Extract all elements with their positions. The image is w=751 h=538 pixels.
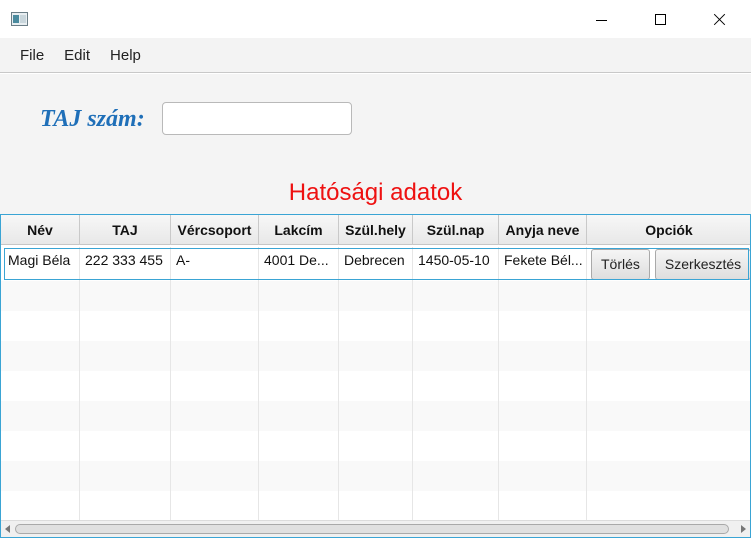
scroll-left-icon[interactable] xyxy=(5,525,10,533)
app-window-icon xyxy=(11,12,28,26)
empty-row xyxy=(1,281,750,311)
table-row[interactable]: Magi Béla 222 333 455 A- 4001 De... Debr… xyxy=(3,247,750,281)
empty-row xyxy=(1,431,750,461)
section-title-text: Hatósági adatok xyxy=(288,179,463,206)
menu-file[interactable]: File xyxy=(10,38,54,73)
cell-options: Törlés Szerkesztés xyxy=(587,247,750,281)
cell-taj: 222 333 455 xyxy=(80,247,171,281)
table-header: Név TAJ Vércsoport Lakcím Szül.hely Szül… xyxy=(1,215,750,245)
empty-row xyxy=(1,341,750,371)
empty-row xyxy=(1,401,750,431)
minimize-icon xyxy=(595,19,607,21)
column-header-mother-name[interactable]: Anyja neve xyxy=(499,215,587,245)
cell-name: Magi Béla xyxy=(3,247,80,281)
cell-birth-place: Debrecen xyxy=(339,247,413,281)
close-icon xyxy=(713,13,726,26)
delete-button[interactable]: Törlés xyxy=(591,248,650,280)
menu-help[interactable]: Help xyxy=(100,38,151,73)
maximize-icon xyxy=(654,13,666,25)
empty-row xyxy=(1,461,750,491)
empty-row xyxy=(1,371,750,401)
section-title: Hatósági adatok xyxy=(0,179,751,207)
menu-edit[interactable]: Edit xyxy=(54,38,100,73)
column-header-taj[interactable]: TAJ xyxy=(80,215,171,245)
form-area: TAJ szám: Hatósági adatok xyxy=(0,74,751,214)
data-table: Név TAJ Vércsoport Lakcím Szül.hely Szül… xyxy=(0,214,751,538)
column-header-options[interactable]: Opciók xyxy=(587,215,750,245)
column-header-blood-type[interactable]: Vércsoport xyxy=(171,215,259,245)
minimize-button[interactable] xyxy=(572,0,630,38)
scroll-thumb[interactable] xyxy=(15,524,729,534)
column-header-name[interactable]: Név xyxy=(1,215,80,245)
cell-birth-date: 1450-05-10 xyxy=(413,247,499,281)
scroll-right-icon[interactable] xyxy=(741,525,746,533)
taj-input[interactable] xyxy=(162,102,352,135)
cell-mother-name: Fekete Bél... xyxy=(499,247,587,281)
cell-blood-type: A- xyxy=(171,247,259,281)
close-button[interactable] xyxy=(690,0,748,38)
taj-label: TAJ szám: xyxy=(40,106,145,132)
menu-bar: File Edit Help xyxy=(0,38,751,73)
horizontal-scrollbar[interactable] xyxy=(1,520,750,537)
column-header-birth-date[interactable]: Szül.nap xyxy=(413,215,499,245)
edit-button[interactable]: Szerkesztés xyxy=(654,248,750,280)
title-bar xyxy=(0,0,751,38)
column-header-birth-place[interactable]: Szül.hely xyxy=(339,215,413,245)
empty-row xyxy=(1,491,750,521)
column-header-address[interactable]: Lakcím xyxy=(259,215,339,245)
cell-address: 4001 De... xyxy=(259,247,339,281)
maximize-button[interactable] xyxy=(631,0,689,38)
table-body: Magi Béla 222 333 455 A- 4001 De... Debr… xyxy=(1,245,750,521)
empty-row xyxy=(1,311,750,341)
